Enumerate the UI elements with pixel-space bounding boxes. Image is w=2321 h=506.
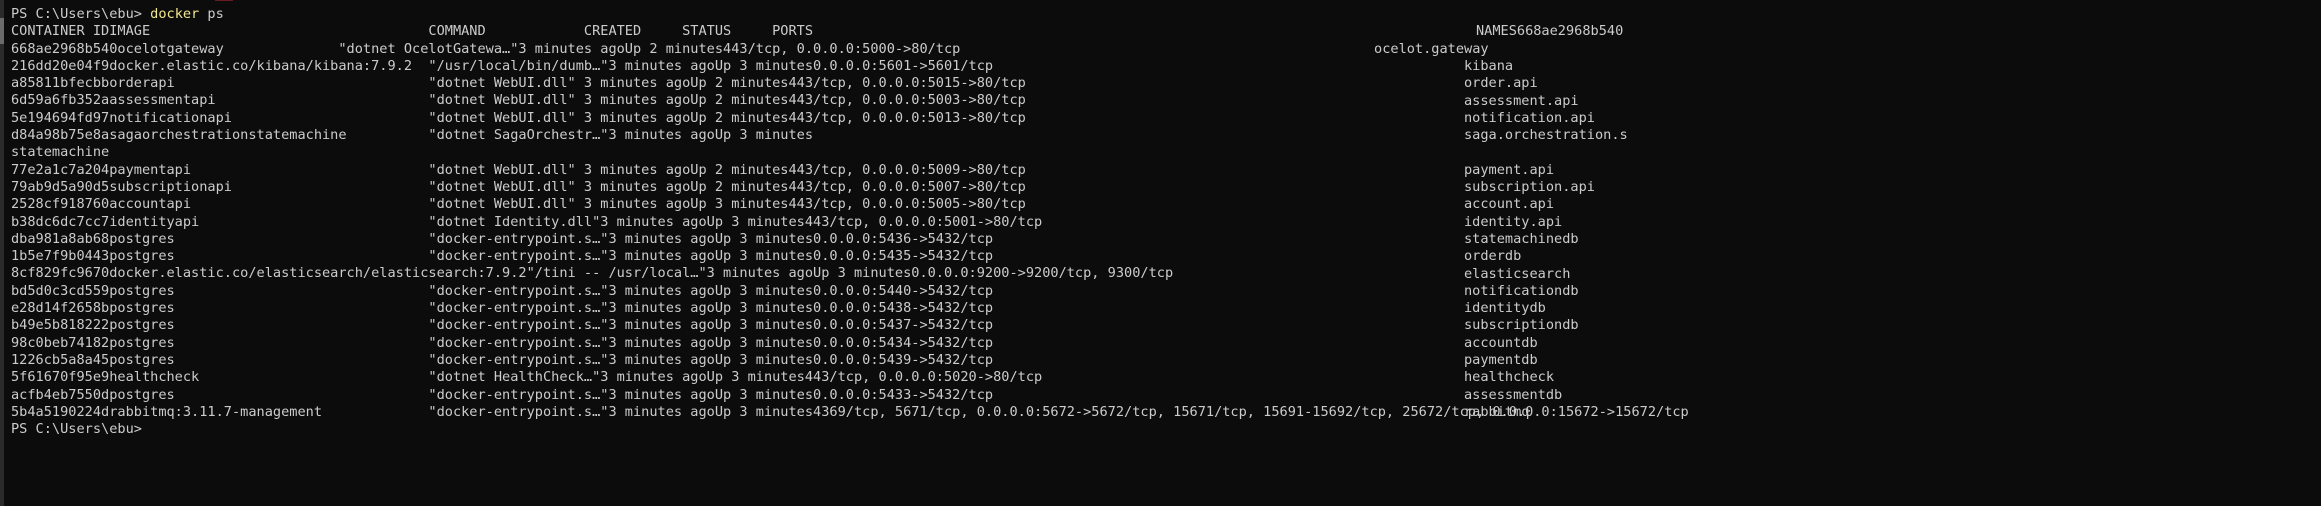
container-name-cell: assessment.api (1464, 92, 1579, 109)
table-row-fields: e28d14f2658bpostgres "docker-entrypoint.… (11, 300, 994, 317)
table-row: bd5d0c3cd559postgres "docker-entrypoint.… (11, 283, 2321, 300)
table-row-fields: 5f61670f95e9healthcheck "dotnet HealthCh… (11, 369, 1043, 386)
table-row: 79ab9d5a90d5subscriptionapi "dotnet WebU… (11, 179, 2321, 196)
table-row: b49e5b818222postgres "docker-entrypoint.… (11, 317, 2321, 334)
wrapped-continuation-line: statemachine (11, 144, 110, 161)
table-row-fields: 6d59a6fb352aassessmentapi "dotnet WebUI.… (11, 92, 1026, 109)
container-name-cell: orderdb (1464, 248, 1522, 265)
table-row: 216dd20e04f9docker.elastic.co/kibana/kib… (11, 58, 2321, 75)
container-name-cell: healthcheck (1464, 369, 1555, 386)
terminal-output-area[interactable]: PS C:\Users\ebu> docker ps CONTAINER IDIM… (0, 6, 2321, 438)
table-row-fields: 668ae2968b540ocelotgateway "dotnet Ocelo… (11, 40, 961, 57)
table-row: 5f61670f95e9healthcheck "dotnet HealthCh… (11, 369, 2321, 386)
container-name-cell: notification.api (1464, 109, 1595, 126)
table-row: 1226cb5a8a45postgres "docker-entrypoint.… (11, 352, 2321, 369)
table-row-fields: 1b5e7f9b0443postgres "docker-entrypoint.… (11, 248, 994, 265)
powershell-terminal-window[interactable]: PS C:\Users\ebu> docker ps CONTAINER IDIM… (0, 0, 2321, 506)
table-row: 668ae2968b540ocelotgateway "dotnet Ocelo… (11, 41, 2321, 58)
table-row: 77e2a1c7a204paymentapi "dotnet WebUI.dll… (11, 162, 2321, 179)
container-name-cell: paymentdb (1464, 352, 1538, 368)
table-row: 6d59a6fb352aassessmentapi "dotnet WebUI.… (11, 92, 2321, 109)
container-name-cell: ocelot.gateway (1374, 40, 1489, 57)
final-command-prompt[interactable]: PS C:\Users\ebu> (11, 421, 2321, 438)
table-row: dba981a8ab68postgres "docker-entrypoint.… (11, 231, 2321, 248)
table-row: b38dc6dc7cc7identityapi "dotnet Identity… (11, 214, 2321, 231)
table-row: 98c0beb74182postgres "docker-entrypoint.… (11, 335, 2321, 352)
table-row: d84a98b75e8asagaorchestrationstatemachin… (11, 127, 2321, 144)
table-row-fields: b49e5b818222postgres "docker-entrypoint.… (11, 317, 994, 334)
table-row-fields: 1226cb5a8a45postgres "docker-entrypoint.… (11, 351, 994, 368)
table-row-fields: bd5d0c3cd559postgres "docker-entrypoint.… (11, 282, 994, 299)
container-name-cell: accountdb (1464, 334, 1538, 351)
window-top-marker (215, 0, 233, 1)
prompt-path: PS C:\Users\ebu> (11, 6, 142, 22)
container-name-cell: notificationdb (1464, 282, 1579, 299)
command-keyword: docker (141, 6, 200, 22)
container-name-cell: kibana (1464, 57, 1514, 74)
table-row: acfb4eb7550dpostgres "docker-entrypoint.… (11, 387, 2321, 404)
table-row: 1b5e7f9b0443postgres "docker-entrypoint.… (11, 248, 2321, 265)
table-row-fields: b38dc6dc7cc7identityapi "dotnet Identity… (11, 213, 1043, 230)
table-row: 5b4a5190224drabbitmq:3.11.7-management "… (11, 404, 2321, 421)
container-name-cell: subscriptiondb (1464, 317, 1579, 334)
table-row-fields: 2528cf918760accountapi "dotnet WebUI.dll… (11, 196, 1026, 213)
container-name-cell: rabbitmq (1464, 403, 1530, 420)
table-row: 5e194694fd97notificationapi "dotnet WebU… (11, 110, 2321, 127)
table-row-fields: 79ab9d5a90d5subscriptionapi "dotnet WebU… (11, 178, 1026, 195)
container-name-cell: subscription.api (1464, 179, 1595, 195)
table-row: e28d14f2658bpostgres "docker-entrypoint.… (11, 300, 2321, 317)
table-row-fields: dba981a8ab68postgres "docker-entrypoint.… (11, 230, 994, 247)
container-name-cell: elasticsearch (1464, 265, 1571, 282)
container-name-cell: identity.api (1464, 213, 1563, 230)
table-row-fields: 8cf829fc9670docker.elastic.co/elasticsea… (11, 265, 1174, 282)
table-row-fields: 216dd20e04f9docker.elastic.co/kibana/kib… (11, 57, 994, 74)
table-row-fields: acfb4eb7550dpostgres "docker-entrypoint.… (11, 386, 994, 403)
command-prompt-line: PS C:\Users\ebu> docker ps (11, 6, 2321, 23)
container-name-cell: assessmentdb (1464, 386, 1563, 403)
container-name-cell: identitydb (1464, 300, 1546, 317)
table-row-fields: 98c0beb74182postgres "docker-entrypoint.… (11, 334, 994, 351)
table-row-fields: 77e2a1c7a204paymentapi "dotnet WebUI.dll… (11, 161, 1026, 178)
table-row: 8cf829fc9670docker.elastic.co/elasticsea… (11, 265, 2321, 282)
container-name-cell: account.api (1464, 196, 1555, 213)
table-row: 2528cf918760accountapi "dotnet WebUI.dll… (11, 196, 2321, 213)
container-name-cell: order.api (1464, 75, 1538, 92)
container-name-cell: statemachinedb (1464, 230, 1579, 247)
table-row-fields: 5e194694fd97notificationapi "dotnet WebU… (11, 109, 1026, 126)
table-header-row: CONTAINER IDIMAGE COMMAND CREATED STATUS… (11, 23, 1624, 40)
table-row-fields: d84a98b75e8asagaorchestrationstatemachin… (11, 127, 814, 144)
container-name-cell: payment.api (1464, 161, 1555, 178)
table-row-fields: 5b4a5190224drabbitmq:3.11.7-management "… (11, 403, 1689, 420)
table-row: a85811bfecbborderapi "dotnet WebUI.dll" … (11, 75, 2321, 92)
container-name-cell: saga.orchestration.s (1464, 127, 1628, 144)
command-argument: ps (199, 6, 224, 22)
table-row-fields: a85811bfecbborderapi "dotnet WebUI.dll" … (11, 75, 1026, 92)
